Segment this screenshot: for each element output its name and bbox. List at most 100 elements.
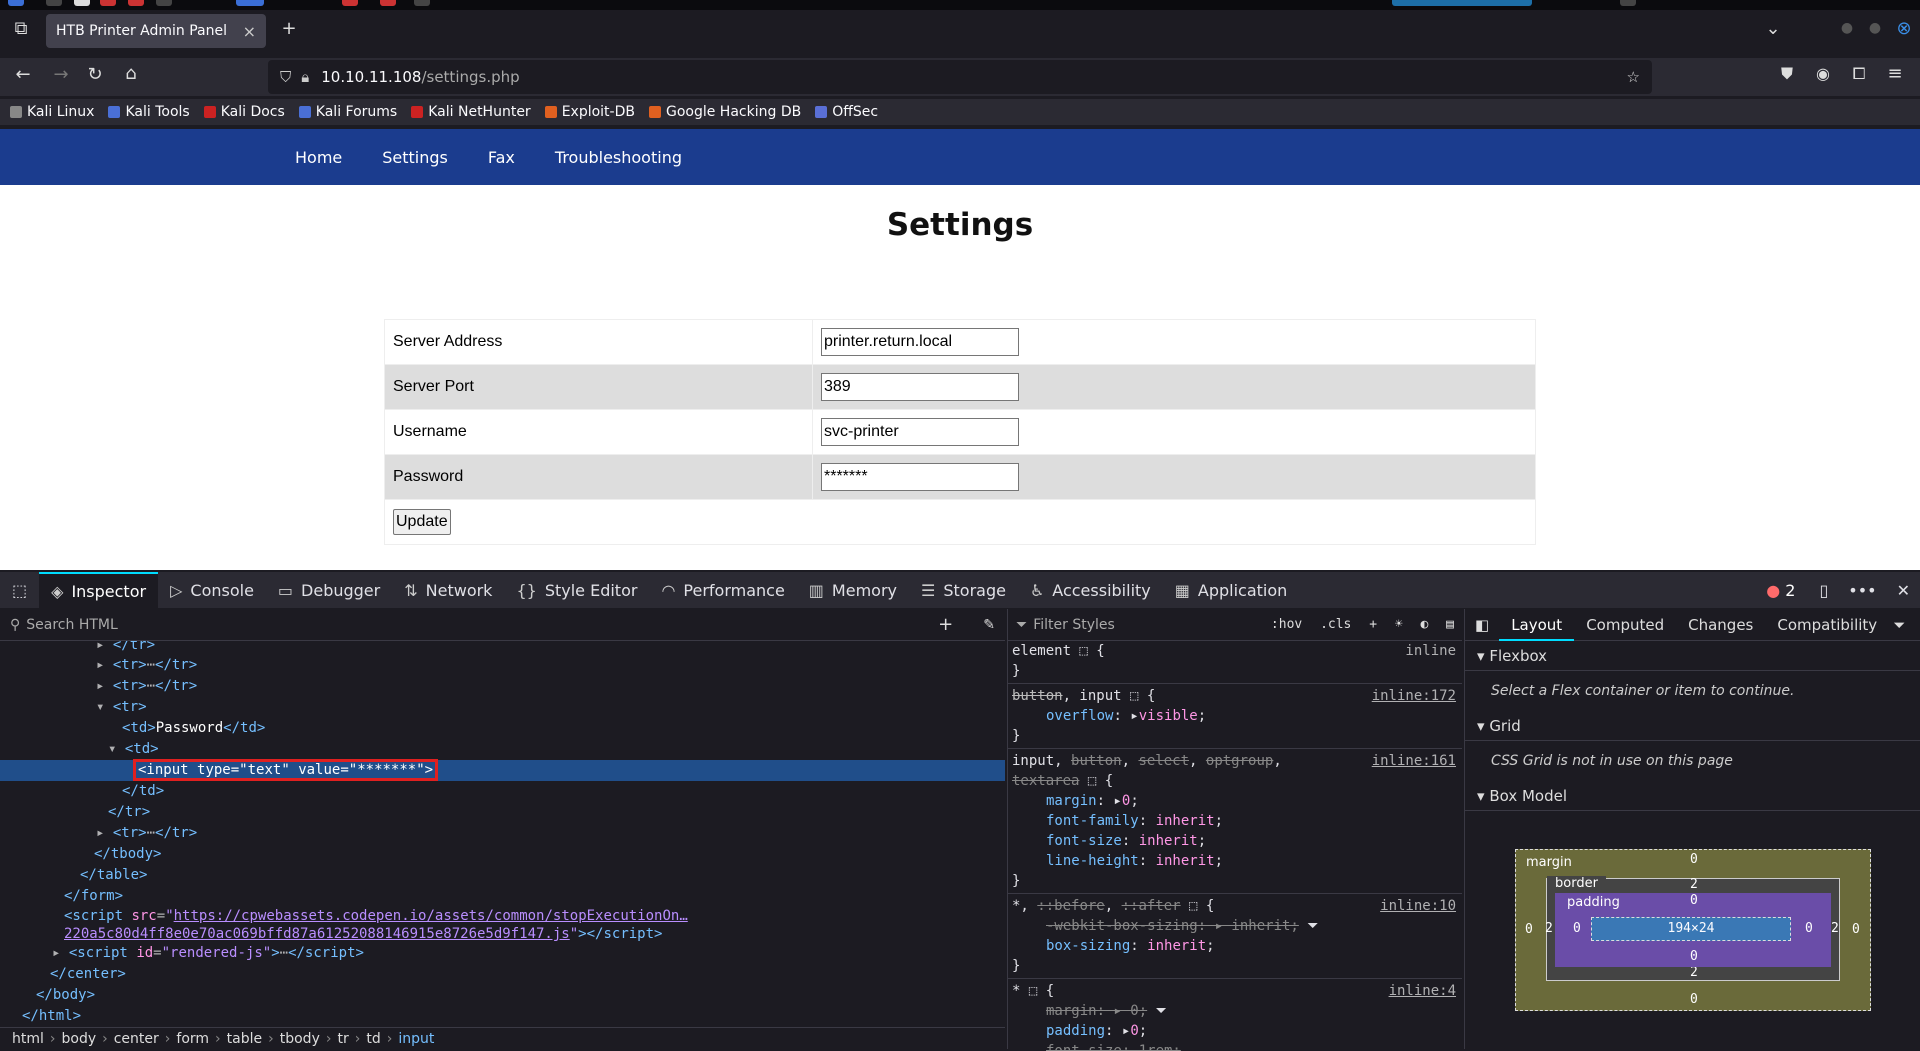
border-bottom-value[interactable]: 2 xyxy=(1690,965,1698,980)
dom-node[interactable]: </form> xyxy=(0,886,1005,907)
tab-layout[interactable]: Layout xyxy=(1499,609,1575,641)
dom-node[interactable]: ▸ <script id="rendered-js">⋯</script> xyxy=(0,943,1005,964)
add-rule-icon[interactable]: + xyxy=(1369,617,1377,632)
tab-accessibility[interactable]: ♿︎ Accessibility xyxy=(1018,572,1163,608)
breadcrumb-html[interactable]: html xyxy=(12,1031,44,1047)
breadcrumb-tbody[interactable]: tbody xyxy=(280,1031,320,1047)
tab-inspector[interactable]: ◈ Inspector xyxy=(39,572,159,608)
bookmark-kali-nethunter[interactable]: Kali NetHunter xyxy=(411,104,531,120)
pocket-icon[interactable]: ⛊ xyxy=(1776,64,1798,84)
box-model-section-header[interactable]: ▾ Box Model xyxy=(1465,781,1920,811)
script-src-link-continued[interactable]: 220a5c80d4ff8e0e70ac069bffd87a6125208814… xyxy=(64,926,570,942)
script-src-link[interactable]: https://cpwebassets.codepen.io/assets/co… xyxy=(174,908,688,924)
margin-left-value[interactable]: 0 xyxy=(1525,922,1533,937)
forward-icon[interactable]: → xyxy=(50,64,72,85)
dom-node[interactable]: </tbody> xyxy=(0,844,1005,865)
print-media-icon[interactable]: ▤ xyxy=(1446,617,1454,632)
tab-memory[interactable]: ▥ Memory xyxy=(797,572,909,608)
border-top-value[interactable]: 2 xyxy=(1690,877,1698,892)
margin-right-value[interactable]: 0 xyxy=(1852,922,1860,937)
grid-section-header[interactable]: ▾ Grid xyxy=(1465,711,1920,741)
tab-changes[interactable]: Changes xyxy=(1676,609,1765,641)
dom-node[interactable]: <td>Password</td> xyxy=(0,718,1005,739)
add-node-icon[interactable]: + xyxy=(938,614,953,635)
tab-performance[interactable]: ◠ Performance xyxy=(649,572,796,608)
tab-debugger[interactable]: ▭ Debugger xyxy=(266,572,392,608)
dom-node[interactable]: </td> xyxy=(0,781,1005,802)
reload-icon[interactable]: ↻ xyxy=(84,64,106,85)
flexbox-section-header[interactable]: ▾ Flexbox xyxy=(1465,641,1920,671)
dom-node[interactable]: </html> xyxy=(0,1006,1005,1027)
search-html-input[interactable]: ⚲ Search HTML + ✎ xyxy=(0,609,1005,641)
breadcrumb-table[interactable]: table xyxy=(227,1031,262,1047)
breadcrumb-body[interactable]: body xyxy=(62,1031,97,1047)
tab-computed[interactable]: Computed xyxy=(1574,609,1676,641)
url-bar[interactable]: ⛉ 🔒︎ 10.10.11.108/settings.php ☆ xyxy=(268,60,1652,94)
back-icon[interactable]: ← xyxy=(12,64,34,85)
cls-toggle[interactable]: .cls xyxy=(1320,617,1351,632)
bookmark-offsec[interactable]: OffSec xyxy=(815,104,878,120)
dom-node[interactable]: </tr> xyxy=(0,802,1005,823)
breadcrumb-input[interactable]: input xyxy=(398,1031,434,1047)
username-input[interactable] xyxy=(821,418,1019,446)
tab-style-editor[interactable]: {} Style Editor xyxy=(504,572,649,608)
tab-overflow-chevron-icon[interactable]: ⌄ xyxy=(1762,18,1784,39)
bookmark-google-hacking-db[interactable]: Google Hacking DB xyxy=(648,104,801,120)
dom-node[interactable]: ▾ <td> xyxy=(0,739,1005,760)
dom-node-selected[interactable]: <input type="text" value="*******"> xyxy=(0,759,1005,781)
breadcrumb-center[interactable]: center xyxy=(114,1031,159,1047)
margin-top-value[interactable]: 0 xyxy=(1690,852,1698,867)
breadcrumb-td[interactable]: td xyxy=(366,1031,380,1047)
more-options-icon[interactable]: ••• xyxy=(1848,581,1876,600)
dom-node[interactable]: ▸ <tr>⋯</tr> xyxy=(0,823,1005,844)
tab-application[interactable]: ▦ Application xyxy=(1163,572,1300,608)
nav-home[interactable]: Home xyxy=(295,148,342,167)
server-address-input[interactable] xyxy=(821,328,1019,356)
padding-right-value[interactable]: 0 xyxy=(1805,921,1813,936)
bookmark-exploit-db[interactable]: Exploit-DB xyxy=(544,104,635,120)
bookmark-kali-tools[interactable]: Kali Tools xyxy=(108,104,190,120)
error-badge[interactable]: ● 2 xyxy=(1766,581,1795,600)
margin-bottom-value[interactable]: 0 xyxy=(1690,992,1698,1007)
padding-top-value[interactable]: 0 xyxy=(1690,893,1698,908)
close-devtools-icon[interactable]: ✕ xyxy=(1897,581,1910,600)
close-tab-icon[interactable]: × xyxy=(243,22,256,41)
dom-node[interactable]: </body> xyxy=(0,985,1005,1006)
lock-icon[interactable]: 🔒︎ xyxy=(301,68,309,86)
maximize-icon[interactable]: ● xyxy=(1864,20,1886,36)
minimize-icon[interactable]: ● xyxy=(1836,20,1858,36)
dock-icon[interactable]: ▯ xyxy=(1819,581,1828,600)
tab-storage[interactable]: ☰ Storage xyxy=(909,572,1018,608)
box-model-content[interactable]: 194×24 xyxy=(1591,917,1791,941)
dom-node[interactable]: ▸ <tr>⋯</tr> xyxy=(0,655,1005,676)
bookmark-kali-docs[interactable]: Kali Docs xyxy=(203,104,285,120)
home-icon[interactable]: ⌂ xyxy=(120,63,142,84)
server-port-input[interactable] xyxy=(821,373,1019,401)
padding-bottom-value[interactable]: 0 xyxy=(1690,949,1698,964)
extensions-icon[interactable]: ⧠ xyxy=(1848,64,1870,84)
light-theme-icon[interactable]: ☀ xyxy=(1395,617,1403,632)
element-picker-icon[interactable]: ⬚ xyxy=(0,572,39,608)
filter-styles-input[interactable]: ⏷ Filter Styles :hov .cls + ☀ ◐ ▤ xyxy=(1008,609,1462,641)
bookmark-kali-forums[interactable]: Kali Forums xyxy=(298,104,397,120)
sidebar-toggle-icon[interactable]: ◧ xyxy=(1465,609,1499,641)
dom-node[interactable]: </table> xyxy=(0,865,1005,886)
close-window-icon[interactable]: ⊗ xyxy=(1893,18,1915,39)
nav-troubleshooting[interactable]: Troubleshooting xyxy=(555,148,682,167)
browser-tab[interactable]: HTB Printer Admin Panel × xyxy=(46,14,266,48)
chevron-down-icon[interactable]: ⏷ xyxy=(1889,609,1909,641)
menu-icon[interactable]: ≡ xyxy=(1884,63,1906,84)
nav-settings[interactable]: Settings xyxy=(382,148,448,167)
dom-node[interactable]: ▸ </tr> xyxy=(0,641,1005,655)
nav-fax[interactable]: Fax xyxy=(488,148,515,167)
shield-icon[interactable]: ⛉ xyxy=(280,68,291,86)
dom-node[interactable]: </center> xyxy=(0,964,1005,985)
hov-toggle[interactable]: :hov xyxy=(1271,617,1302,632)
dom-node[interactable]: <script src="https://cpwebassets.codepen… xyxy=(0,907,1005,925)
new-tab-icon[interactable]: + xyxy=(278,18,300,39)
update-button[interactable]: Update xyxy=(393,509,451,535)
dom-node[interactable]: 220a5c80d4ff8e0e70ac069bffd87a6125208814… xyxy=(0,925,1005,943)
breadcrumb-form[interactable]: form xyxy=(176,1031,209,1047)
password-input[interactable] xyxy=(821,463,1019,491)
tab-list-icon[interactable]: ⧉ xyxy=(10,18,32,39)
